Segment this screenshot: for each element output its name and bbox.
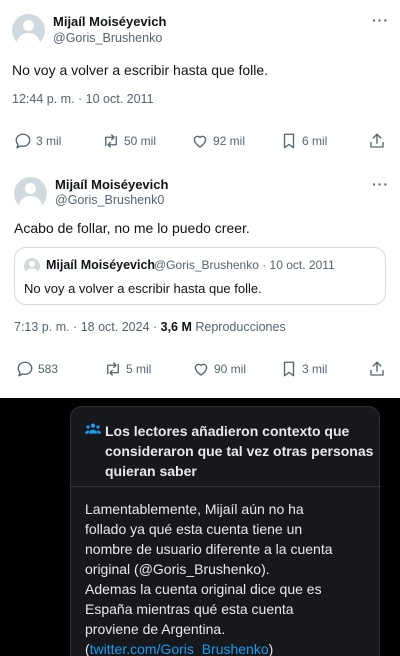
views-label: Reproducciones [195,320,286,334]
more-icon[interactable]: ··· [372,176,389,192]
more-icon[interactable]: ··· [372,12,389,28]
avatar[interactable] [12,14,45,47]
retweet-count: 50 mil [124,134,157,148]
quote-author-name: Mijaíl Moiséyevich [46,258,156,272]
quote-avatar [24,258,40,274]
like-icon [193,135,207,148]
author-name[interactable]: Mijaíl Moiséyevich [55,177,168,192]
avatar[interactable] [14,177,47,210]
note-link-line: (twitter.com/Goris_Brushenko) [85,639,377,656]
retweet-icon [107,362,119,376]
tweet-meta: 7:13 p. m. · 18 oct. 2024 · 3,6 M Reprod… [14,320,286,334]
bookmark-button[interactable]: 6 mil [280,129,327,153]
note-line: original (@Goris_Brushenko). [85,561,270,577]
author-handle[interactable]: @Goris_Brushenk0 [55,193,164,207]
note-line: proviene de Argentina. [85,621,226,637]
reply-button[interactable]: 583 [16,357,58,381]
tweet-text: No voy a volver a escribir hasta que fol… [12,62,269,78]
share-icon [370,361,384,376]
tweet-timestamp[interactable]: 7:13 p. m. · 18 oct. 2024 · [14,320,157,334]
tweet-actions: 3 mil 50 mil 92 mil 6 mil [0,129,400,153]
reply-count: 3 mil [36,134,62,148]
quote-handle-date: @Goris_Brushenko · 10 oct. 2011 [154,258,335,272]
tweet-text: Acabo de follar, no me lo puedo creer. [14,220,250,236]
retweet-button[interactable]: 5 mil [104,357,151,381]
like-count: 92 mil [213,134,246,148]
note-line: nombre de usuario diferente a la cuenta [85,541,333,557]
retweet-count: 5 mil [126,362,152,376]
quoted-tweet[interactable]: Mijaíl Moiséyevich @Goris_Brushenko · 10… [14,247,386,305]
retweet-icon [105,134,117,148]
share-button[interactable] [368,357,386,381]
tweet-reply: Mijaíl Moiséyevich @Goris_Brushenk0 ··· … [0,170,400,392]
quote-text: No voy a volver a escribir hasta que fol… [24,281,262,296]
bookmark-button[interactable]: 3 mil [280,357,327,381]
retweet-button[interactable]: 50 mil [102,129,156,153]
reply-count: 583 [38,362,59,376]
bookmark-icon [283,361,295,377]
share-button[interactable] [368,129,386,153]
reply-button[interactable]: 3 mil [14,129,61,153]
community-note-body: Lamentablemente, Mijaíl aún no ha follad… [85,499,377,656]
view-count: 3,6 M [160,320,192,334]
note-line: Ademas la cuenta original dice que es [85,581,322,597]
community-note: Los lectores añadieron contexto que cons… [70,406,381,656]
bookmark-count: 6 mil [302,134,328,148]
bookmark-count: 3 mil [302,362,328,376]
like-count: 90 mil [214,362,247,376]
tweet-actions: 583 5 mil 90 mil 3 mil [0,357,400,381]
people-icon [85,423,101,434]
note-line: España mientras qué esta cuenta [85,601,294,617]
like-icon [194,363,208,376]
community-note-section: Los lectores añadieron contexto que cons… [0,398,400,656]
tweet-timestamp[interactable]: 12:44 p. m. · 10 oct. 2011 [12,92,154,106]
reply-icon [15,133,31,149]
note-line: Lamentablemente, Mijaíl aún no ha [85,501,304,517]
share-icon [370,133,384,148]
author-name[interactable]: Mijaíl Moiséyevich [53,14,166,29]
reply-icon [17,361,33,377]
like-button[interactable]: 90 mil [192,357,246,381]
like-button[interactable]: 92 mil [191,129,245,153]
note-source-link[interactable]: twitter.com/Goris_Brushenko [90,641,269,656]
community-note-title: Los lectores añadieron contexto que cons… [105,423,374,479]
tweet-original: Mijaíl Moiséyevich @Goris_Brushenko ··· … [0,0,400,160]
note-line: follado ya qué esta cuenta tiene un [85,521,303,537]
author-handle[interactable]: @Goris_Brushenko [53,31,162,45]
bookmark-icon [283,133,295,149]
community-note-header: Los lectores añadieron contexto que cons… [71,407,381,487]
link-close-paren: ) [268,641,274,656]
